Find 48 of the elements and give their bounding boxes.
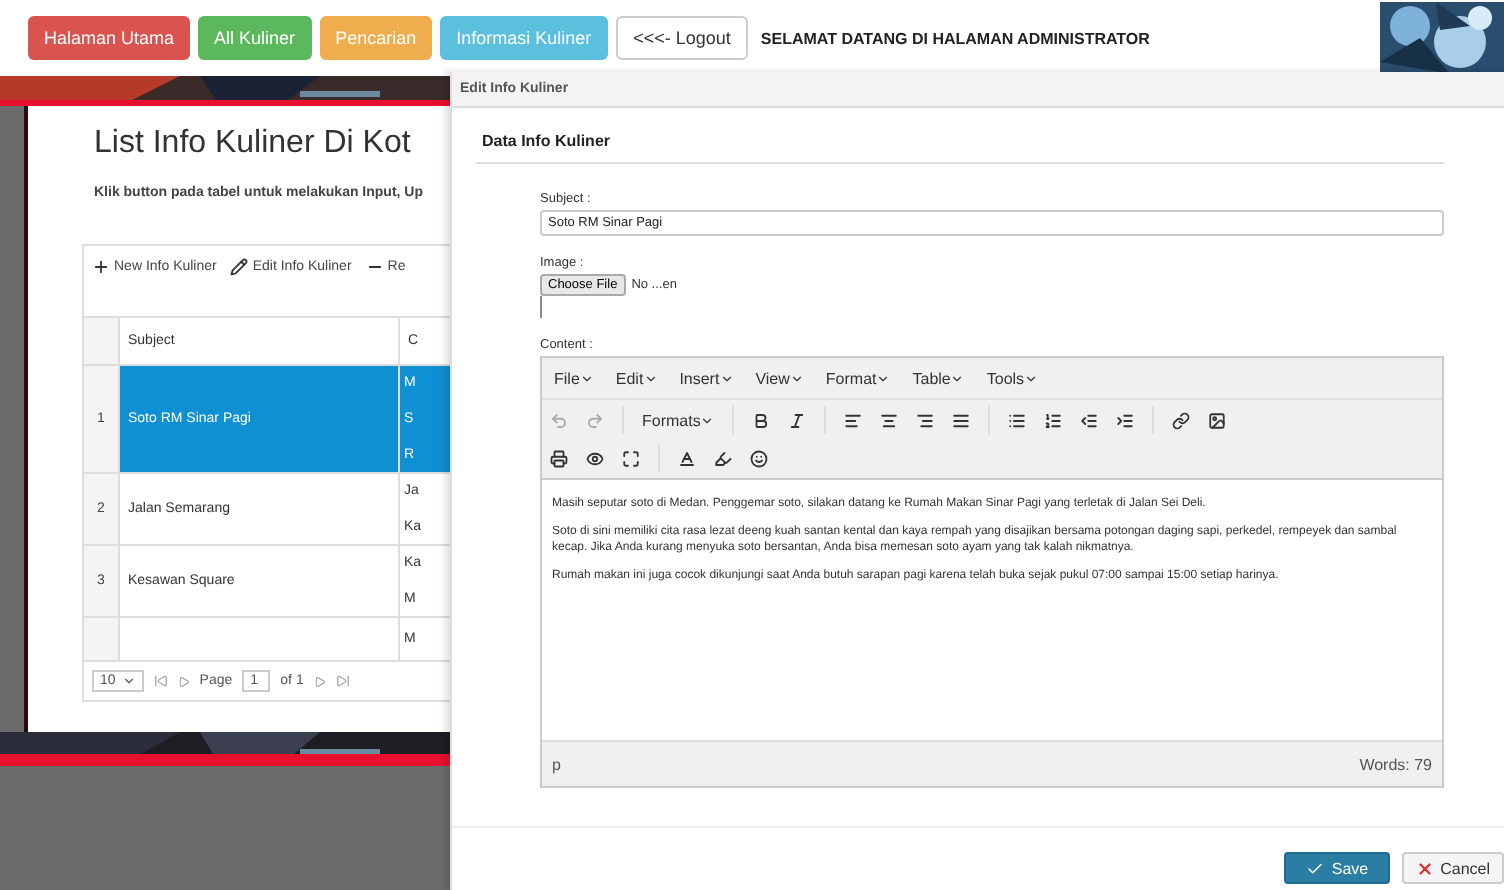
image-icon[interactable] xyxy=(1208,411,1227,429)
caret-icon xyxy=(1024,371,1039,385)
form-heading: Data Info Kuliner xyxy=(476,124,1444,164)
nav-button[interactable]: Halaman Utama xyxy=(28,16,191,60)
bold-icon[interactable] xyxy=(752,411,771,429)
caret-icon xyxy=(789,371,804,385)
save-button[interactable]: Save xyxy=(1283,852,1391,884)
caret-icon xyxy=(950,371,965,385)
menu-item[interactable]: View xyxy=(755,369,804,387)
caret-icon xyxy=(876,371,891,385)
check-icon xyxy=(1305,859,1324,877)
element-path: p xyxy=(552,755,561,773)
text-color-icon[interactable] xyxy=(678,449,696,467)
menu-item[interactable]: Edit xyxy=(615,369,658,387)
outdent-icon[interactable] xyxy=(1080,411,1099,429)
caret-icon xyxy=(643,371,658,385)
word-count: Words: 79 xyxy=(1359,755,1432,773)
cancel-button[interactable]: Cancel xyxy=(1402,852,1504,884)
formats-dropdown[interactable]: Formats xyxy=(642,411,715,429)
fullscreen-icon[interactable] xyxy=(622,449,640,467)
align-right-icon[interactable] xyxy=(916,411,935,429)
indent-icon[interactable] xyxy=(1116,411,1135,429)
caret-icon xyxy=(121,674,136,688)
cross-icon xyxy=(1416,859,1435,877)
page-title: List Info Kuliner Di Kot xyxy=(94,126,413,162)
align-left-icon[interactable] xyxy=(844,411,863,429)
link-icon[interactable] xyxy=(1172,411,1191,429)
numbered-list-icon[interactable] xyxy=(1044,411,1063,429)
welcome-text: SELAMAT DATANG DI HALAMAN ADMINISTRATOR xyxy=(760,29,1152,47)
caret-icon xyxy=(579,371,594,385)
menu-item[interactable]: Format xyxy=(825,369,891,387)
caret-icon xyxy=(719,371,734,385)
caret-icon xyxy=(700,413,715,427)
logout-button[interactable]: <<<- Logout xyxy=(615,16,749,60)
add-icon[interactable] xyxy=(92,258,110,276)
bullet-list-icon[interactable] xyxy=(1008,411,1027,429)
italic-icon[interactable] xyxy=(788,411,807,429)
printer-icon[interactable] xyxy=(550,449,568,467)
menu-item[interactable]: Insert xyxy=(679,369,734,387)
smile-icon[interactable] xyxy=(750,449,768,467)
menu-item[interactable]: Table xyxy=(912,369,965,387)
menu-item[interactable]: File xyxy=(554,369,594,387)
highlighter-icon[interactable] xyxy=(714,449,732,467)
align-center-icon[interactable] xyxy=(880,411,899,429)
align-justify-icon[interactable] xyxy=(952,411,971,429)
eye-icon[interactable] xyxy=(586,449,604,467)
menu-item[interactable]: Tools xyxy=(986,369,1039,387)
pencil-icon[interactable] xyxy=(230,258,249,276)
